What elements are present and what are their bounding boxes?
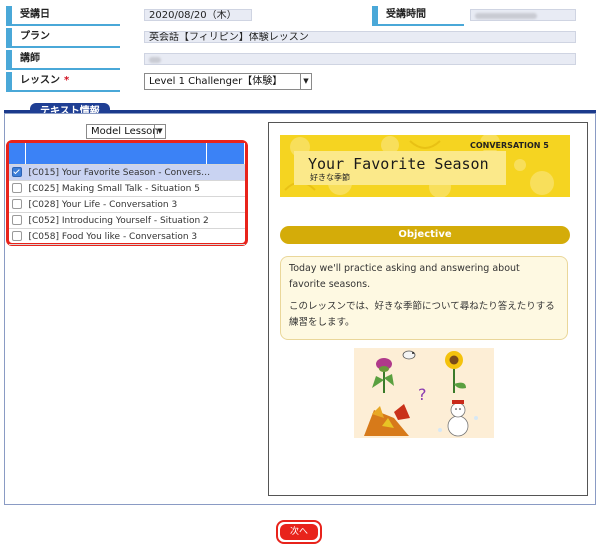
list-item-label: [C025] Making Small Talk - Situation 5 — [28, 183, 200, 194]
time-value-redacted — [470, 9, 576, 21]
sunflower-icon — [445, 351, 466, 393]
list-item[interactable]: [C058] Food You like - Conversation 3 — [9, 228, 245, 245]
lesson-list: [C015] Your Favorite Season - Conversati… — [6, 140, 248, 246]
list-item-label: [C052] Introducing Yourself - Situation … — [28, 215, 209, 226]
objective-box: Today we'll practice asking and answerin… — [280, 256, 568, 340]
dropdown-caret-icon: ▼ — [300, 74, 311, 89]
seasons-illustration: ? — [354, 348, 494, 438]
list-item[interactable]: [C015] Your Favorite Season - Conversati… — [9, 164, 245, 181]
thistle-flower-icon — [372, 358, 394, 393]
snowman-icon — [438, 400, 478, 437]
dropdown-caret-icon: ▼ — [154, 125, 165, 138]
plan-label: プラン — [6, 28, 120, 48]
list-header — [9, 143, 245, 165]
next-button[interactable]: 次へ — [280, 524, 318, 540]
list-item[interactable]: [C025] Making Small Talk - Situation 5 — [9, 180, 245, 197]
banner-title: Your Favorite Season — [308, 155, 489, 173]
list-item-label: [C058] Food You like - Conversation 3 — [28, 231, 198, 242]
teacher-value-redacted — [144, 53, 576, 65]
objective-text-en: Today we'll practice asking and answerin… — [289, 263, 520, 290]
seasons-illustration-art: ? — [364, 350, 478, 437]
list-item[interactable]: [C052] Introducing Yourself - Situation … — [9, 212, 245, 229]
date-label: 受講日 — [6, 6, 120, 26]
list-item[interactable]: [C028] Your Life - Conversation 3 — [9, 196, 245, 213]
conversation-badge: CONVERSATION 5 — [470, 141, 549, 150]
checkbox-icon[interactable] — [12, 183, 23, 194]
checkbox-icon[interactable] — [12, 199, 23, 210]
objective-text-ja: このレッスンでは、好きな季節について尋ねたり答えたりする練習をします。 — [289, 301, 555, 328]
bird-icon — [402, 350, 416, 360]
checkbox-icon[interactable] — [12, 167, 23, 178]
filter-select[interactable]: Model Lesson ▼ — [86, 124, 166, 139]
question-mark-icon: ? — [418, 385, 427, 404]
autumn-leaves-icon — [364, 404, 410, 436]
list-item-label: [C028] Your Life - Conversation 3 — [28, 199, 178, 210]
required-mark: * — [64, 75, 70, 86]
plan-value: 英会話【フィリピン】体験レッスン — [144, 31, 576, 43]
date-value: 2020/08/20（木） — [144, 9, 252, 21]
checkbox-icon[interactable] — [12, 215, 23, 226]
list-item-label: [C015] Your Favorite Season - Conversati… — [28, 167, 215, 178]
lesson-banner: Your Favorite Season 好きな季節 CONVERSATION … — [280, 135, 570, 197]
lesson-label: レッスン * — [6, 72, 120, 92]
teacher-label: 講師 — [6, 50, 120, 70]
checkbox-icon[interactable] — [12, 231, 23, 242]
objective-header: Objective — [280, 226, 570, 244]
banner-subtitle: 好きな季節 — [310, 173, 350, 182]
lesson-select[interactable]: Level 1 Challenger【体験】 ▼ — [144, 73, 312, 90]
time-label: 受講時間 — [372, 6, 464, 26]
